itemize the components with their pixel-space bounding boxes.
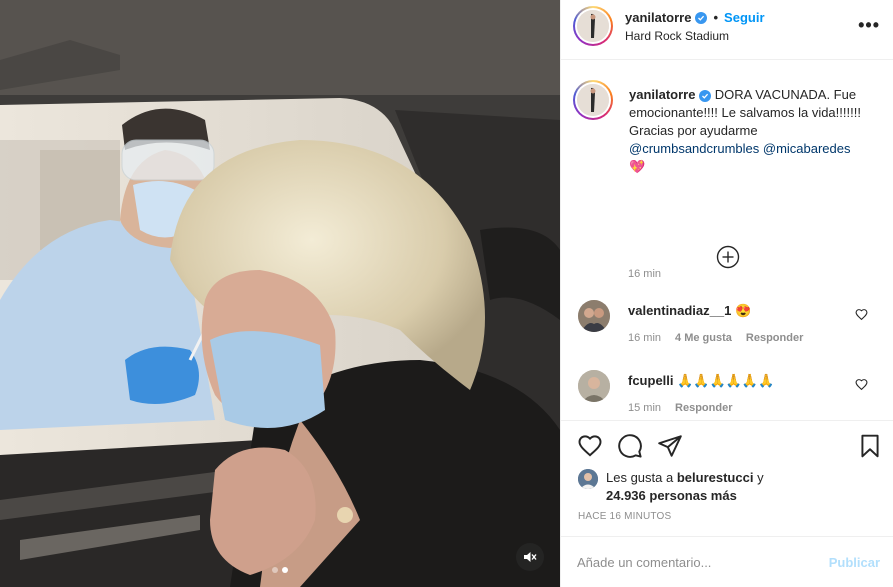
caption-text: yanilatorre DORA VACUNADA. Fue emocionan… bbox=[629, 86, 879, 176]
liker-username[interactable]: belurestucci bbox=[677, 470, 754, 485]
author-username[interactable]: yanilatorre bbox=[625, 10, 691, 25]
liker-avatar[interactable] bbox=[578, 469, 598, 489]
post-timestamp[interactable]: HACE 16 MINUTOS bbox=[578, 511, 671, 522]
comment-bubble-icon[interactable] bbox=[617, 433, 643, 459]
likes-suffix: y bbox=[757, 470, 764, 485]
comment-username[interactable]: fcupelli bbox=[628, 373, 674, 388]
caption-timestamp: 16 min bbox=[628, 268, 662, 280]
comment-body: 🙏🙏🙏🙏🙏🙏 bbox=[677, 373, 775, 388]
verified-badge-icon bbox=[699, 90, 712, 102]
carousel-dot bbox=[272, 567, 278, 573]
publish-button[interactable]: Publicar bbox=[829, 555, 880, 570]
comment-like-heart-icon[interactable] bbox=[855, 308, 868, 321]
carousel-dot-active bbox=[282, 567, 288, 573]
avatar-image bbox=[577, 10, 609, 42]
comment-username[interactable]: valentinadiaz__1 bbox=[628, 303, 731, 318]
comment-meta: 15 min Responder bbox=[628, 402, 733, 414]
avatar-image bbox=[577, 84, 609, 116]
commenter-avatar[interactable] bbox=[578, 300, 610, 332]
mute-button[interactable] bbox=[516, 543, 544, 571]
author-avatar[interactable] bbox=[573, 6, 613, 46]
caption-username[interactable]: yanilatorre bbox=[629, 87, 695, 102]
likes-line: Les gusta a belurestucci y bbox=[606, 469, 764, 487]
comment-text: fcupelli 🙏🙏🙏🙏🙏🙏 bbox=[628, 373, 774, 389]
comment-time: 16 min bbox=[628, 332, 662, 344]
likes-others-count[interactable]: 24.936 personas más bbox=[606, 487, 737, 505]
verified-badge-icon bbox=[695, 11, 708, 24]
video-frame bbox=[0, 0, 560, 587]
post-side-panel: yanilatorre • Seguir Hard Rock Stadium •… bbox=[560, 0, 893, 587]
comment-text: valentinadiaz__1 😍 bbox=[628, 303, 751, 319]
avatar-image bbox=[578, 370, 610, 402]
mention-link[interactable]: @crumbsandcrumbles bbox=[629, 141, 759, 156]
mention-link[interactable]: @micabaredes bbox=[763, 141, 851, 156]
speaker-muted-icon bbox=[524, 552, 537, 562]
instagram-post: yanilatorre • Seguir Hard Rock Stadium •… bbox=[0, 0, 893, 587]
carousel-indicator bbox=[0, 567, 560, 573]
like-heart-icon[interactable] bbox=[577, 433, 603, 459]
comment-input[interactable] bbox=[577, 549, 807, 575]
comment-like-heart-icon[interactable] bbox=[855, 378, 868, 391]
load-more-comments-icon[interactable] bbox=[716, 245, 740, 269]
follow-button[interactable]: Seguir bbox=[724, 10, 764, 25]
post-header: yanilatorre • Seguir Hard Rock Stadium •… bbox=[561, 0, 893, 60]
comment-item: valentinadiaz__1 😍 16 min 4 Me gusta Res… bbox=[561, 300, 893, 360]
commenter-avatar[interactable] bbox=[578, 370, 610, 402]
more-options-icon[interactable]: ••• bbox=[858, 16, 880, 34]
caption-emoji: 💖 bbox=[629, 159, 646, 174]
post-actions: Les gusta a belurestucci y 24.936 person… bbox=[561, 420, 893, 526]
likes-prefix: Les gusta a bbox=[606, 470, 674, 485]
author-line: yanilatorre • Seguir bbox=[625, 10, 765, 25]
comment-likes-count[interactable]: 4 Me gusta bbox=[675, 332, 732, 344]
separator-dot: • bbox=[713, 10, 719, 25]
reply-button[interactable]: Responder bbox=[746, 332, 803, 344]
save-bookmark-icon[interactable] bbox=[857, 433, 883, 459]
share-paper-plane-icon[interactable] bbox=[657, 433, 683, 459]
caption-line2: Gracias por ayudarme bbox=[629, 123, 758, 138]
comment-body: 😍 bbox=[734, 303, 752, 318]
caption-author-avatar[interactable] bbox=[573, 80, 613, 120]
avatar-image bbox=[578, 300, 610, 332]
comment-time: 15 min bbox=[628, 402, 662, 414]
comment-meta: 16 min 4 Me gusta Responder bbox=[628, 332, 803, 344]
location-link[interactable]: Hard Rock Stadium bbox=[625, 29, 729, 43]
reply-button[interactable]: Responder bbox=[675, 402, 732, 414]
comment-composer: Publicar bbox=[561, 536, 893, 587]
avatar-image bbox=[578, 469, 598, 489]
post-media-video[interactable] bbox=[0, 0, 560, 587]
